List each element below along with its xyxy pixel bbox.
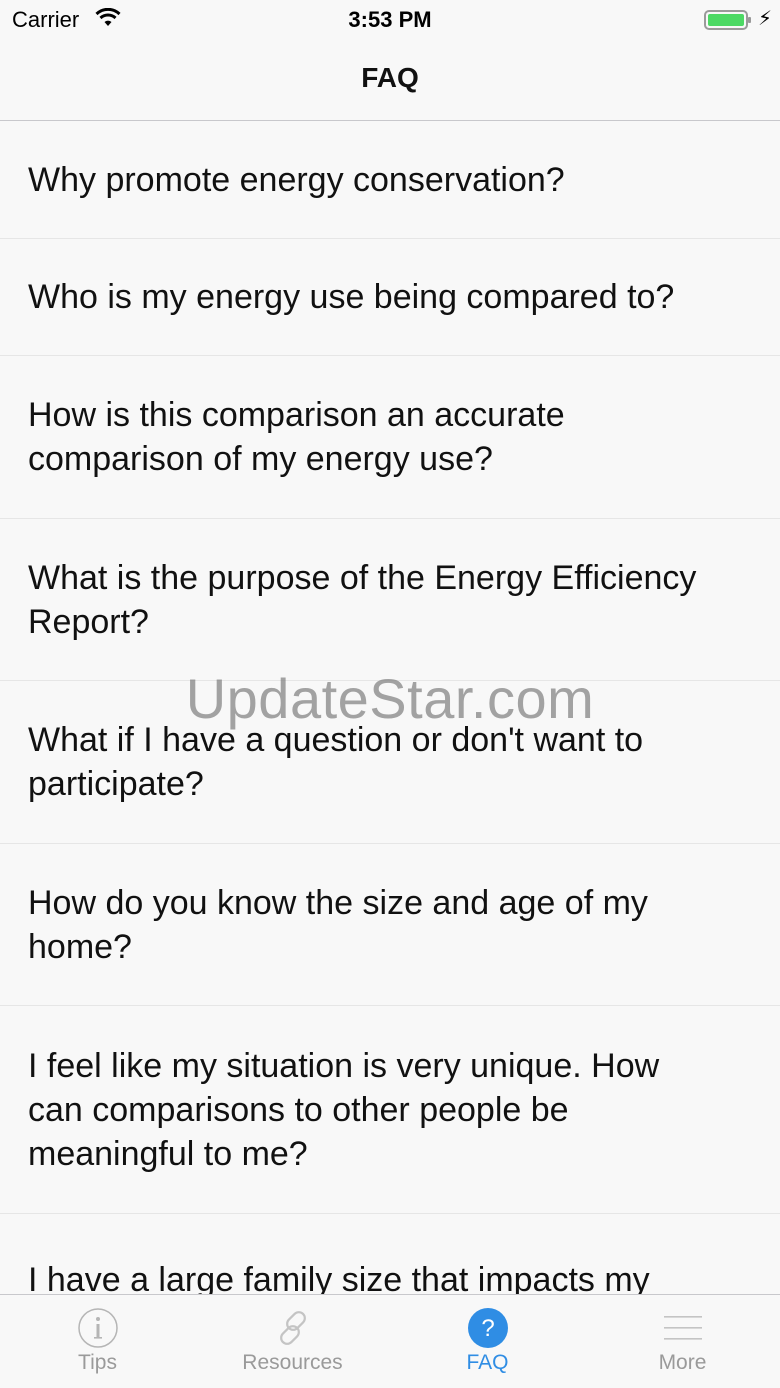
tab-label: Resources — [242, 1351, 343, 1374]
charging-icon: ⚡ — [758, 8, 773, 30]
page-title: FAQ — [361, 62, 419, 93]
navigation-bar: FAQ — [0, 40, 780, 121]
faq-item-large-family[interactable]: I have a large family size that impacts … — [0, 1214, 780, 1294]
tab-resources[interactable]: Resources — [195, 1295, 390, 1388]
tab-label: FAQ — [466, 1351, 509, 1374]
menu-icon — [664, 1316, 702, 1340]
tab-tips[interactable]: Tips — [0, 1295, 195, 1388]
status-bar: Carrier 3:53 PM ⚡ — [0, 0, 780, 40]
tab-label: More — [658, 1351, 707, 1374]
battery-icon — [704, 10, 751, 30]
faq-item-unique-situation[interactable]: I feel like my situation is very unique.… — [0, 1006, 780, 1214]
faq-question: What is the purpose of the Energy Effici… — [28, 558, 697, 641]
faq-item-size-age-home[interactable]: How do you know the size and age of my h… — [0, 844, 780, 1006]
faq-list[interactable]: Why promote energy conservation? Who is … — [0, 121, 780, 1294]
faq-item-accurate-comparison[interactable]: How is this comparison an accurate compa… — [0, 356, 780, 519]
clock: 3:53 PM — [348, 7, 432, 32]
faq-question: Why promote energy conservation? — [28, 160, 565, 199]
question-icon: ? — [468, 1308, 508, 1348]
tab-label: Tips — [78, 1351, 117, 1374]
tab-more[interactable]: More — [585, 1295, 780, 1388]
faq-item-report-purpose[interactable]: What is the purpose of the Energy Effici… — [0, 519, 780, 681]
faq-item-compared-to[interactable]: Who is my energy use being compared to? — [0, 239, 780, 356]
faq-question: How is this comparison an accurate compa… — [28, 396, 565, 478]
faq-question: I have a large family size that impacts … — [28, 1261, 650, 1294]
faq-question: What if I have a question or don't want … — [28, 721, 644, 803]
faq-item-question-participate[interactable]: What if I have a question or don't want … — [0, 681, 780, 844]
faq-question: Who is my energy use being compared to? — [28, 278, 675, 316]
svg-text:?: ? — [481, 1315, 494, 1342]
faq-item-why-promote[interactable]: Why promote energy conservation? — [0, 121, 780, 239]
info-icon — [78, 1308, 118, 1348]
faq-question: I feel like my situation is very unique.… — [28, 1046, 660, 1173]
tab-faq[interactable]: ? FAQ — [390, 1295, 585, 1388]
link-icon — [280, 1311, 306, 1345]
tab-bar: Tips Resources ? FAQ More — [0, 1294, 780, 1388]
faq-question: How do you know the size and age of my h… — [28, 883, 648, 966]
